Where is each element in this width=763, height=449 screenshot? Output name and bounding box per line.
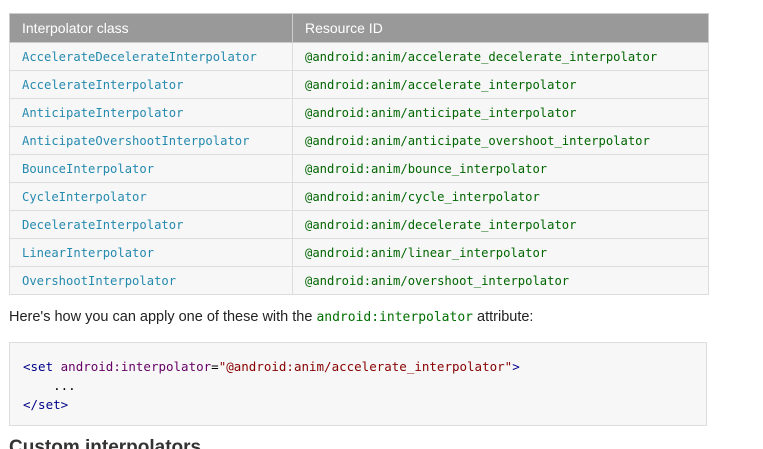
interpolator-class-link[interactable]: AccelerateDecelerateInterpolator bbox=[9, 42, 293, 71]
interpolator-table: Interpolator class Resource ID Accelerat… bbox=[9, 13, 709, 295]
table-row: DecelerateInterpolator @android:anim/dec… bbox=[9, 210, 709, 239]
interpolator-class-link[interactable]: DecelerateInterpolator bbox=[9, 210, 293, 239]
table-row: AnticipateOvershootInterpolator @android… bbox=[9, 126, 709, 155]
resource-id: @android:anim/anticipate_overshoot_inter… bbox=[292, 126, 709, 155]
table-row: AccelerateDecelerateInterpolator @androi… bbox=[9, 42, 709, 71]
interpolator-class-link[interactable]: CycleInterpolator bbox=[9, 182, 293, 211]
code-ellipsis: ... bbox=[23, 378, 76, 393]
resource-id: @android:anim/accelerate_decelerate_inte… bbox=[292, 42, 709, 71]
table-header-row: Interpolator class Resource ID bbox=[9, 13, 709, 43]
table-row: BounceInterpolator @android:anim/bounce_… bbox=[9, 154, 709, 183]
header-resource-id: Resource ID bbox=[292, 13, 709, 43]
interpolator-class-link[interactable]: BounceInterpolator bbox=[9, 154, 293, 183]
resource-id: @android:anim/linear_interpolator bbox=[292, 238, 709, 267]
paragraph-text-before: Here's how you can apply one of these wi… bbox=[9, 309, 317, 325]
table-row: AnticipateInterpolator @android:anim/ant… bbox=[9, 98, 709, 127]
resource-id: @android:anim/overshoot_interpolator bbox=[292, 266, 709, 295]
interpolator-class-link[interactable]: AnticipateOvershootInterpolator bbox=[9, 126, 293, 155]
resource-id: @android:anim/decelerate_interpolator bbox=[292, 210, 709, 239]
interpolator-class-link[interactable]: LinearInterpolator bbox=[9, 238, 293, 267]
code-equals: = bbox=[211, 359, 219, 374]
resource-id: @android:anim/accelerate_interpolator bbox=[292, 70, 709, 99]
intro-paragraph: Here's how you can apply one of these wi… bbox=[9, 309, 533, 325]
header-interpolator-class: Interpolator class bbox=[9, 13, 293, 43]
code-attribute-name: android:interpolator bbox=[60, 359, 212, 374]
table-row: CycleInterpolator @android:anim/cycle_in… bbox=[9, 182, 709, 211]
section-heading: Custom interpolators bbox=[9, 437, 202, 449]
table-row: OvershootInterpolator @android:anim/over… bbox=[9, 266, 709, 295]
inline-code-attribute: android:interpolator bbox=[316, 310, 473, 325]
paragraph-text-after: attribute: bbox=[473, 309, 534, 325]
table-row: LinearInterpolator @android:anim/linear_… bbox=[9, 238, 709, 267]
code-open-tag: <set bbox=[23, 359, 54, 374]
code-example: <set android:interpolator="@android:anim… bbox=[23, 357, 520, 414]
resource-id: @android:anim/anticipate_interpolator bbox=[292, 98, 709, 127]
code-example-block: <set android:interpolator="@android:anim… bbox=[9, 342, 707, 426]
code-tag-close: > bbox=[512, 359, 520, 374]
interpolator-class-link[interactable]: AccelerateInterpolator bbox=[9, 70, 293, 99]
table-row: AccelerateInterpolator @android:anim/acc… bbox=[9, 70, 709, 99]
code-attribute-value: "@android:anim/accelerate_interpolator" bbox=[218, 359, 513, 374]
page: Interpolator class Resource ID Accelerat… bbox=[0, 0, 763, 449]
code-close-tag: </set> bbox=[23, 397, 69, 412]
interpolator-class-link[interactable]: OvershootInterpolator bbox=[9, 266, 293, 295]
resource-id: @android:anim/cycle_interpolator bbox=[292, 182, 709, 211]
interpolator-class-link[interactable]: AnticipateInterpolator bbox=[9, 98, 293, 127]
resource-id: @android:anim/bounce_interpolator bbox=[292, 154, 709, 183]
